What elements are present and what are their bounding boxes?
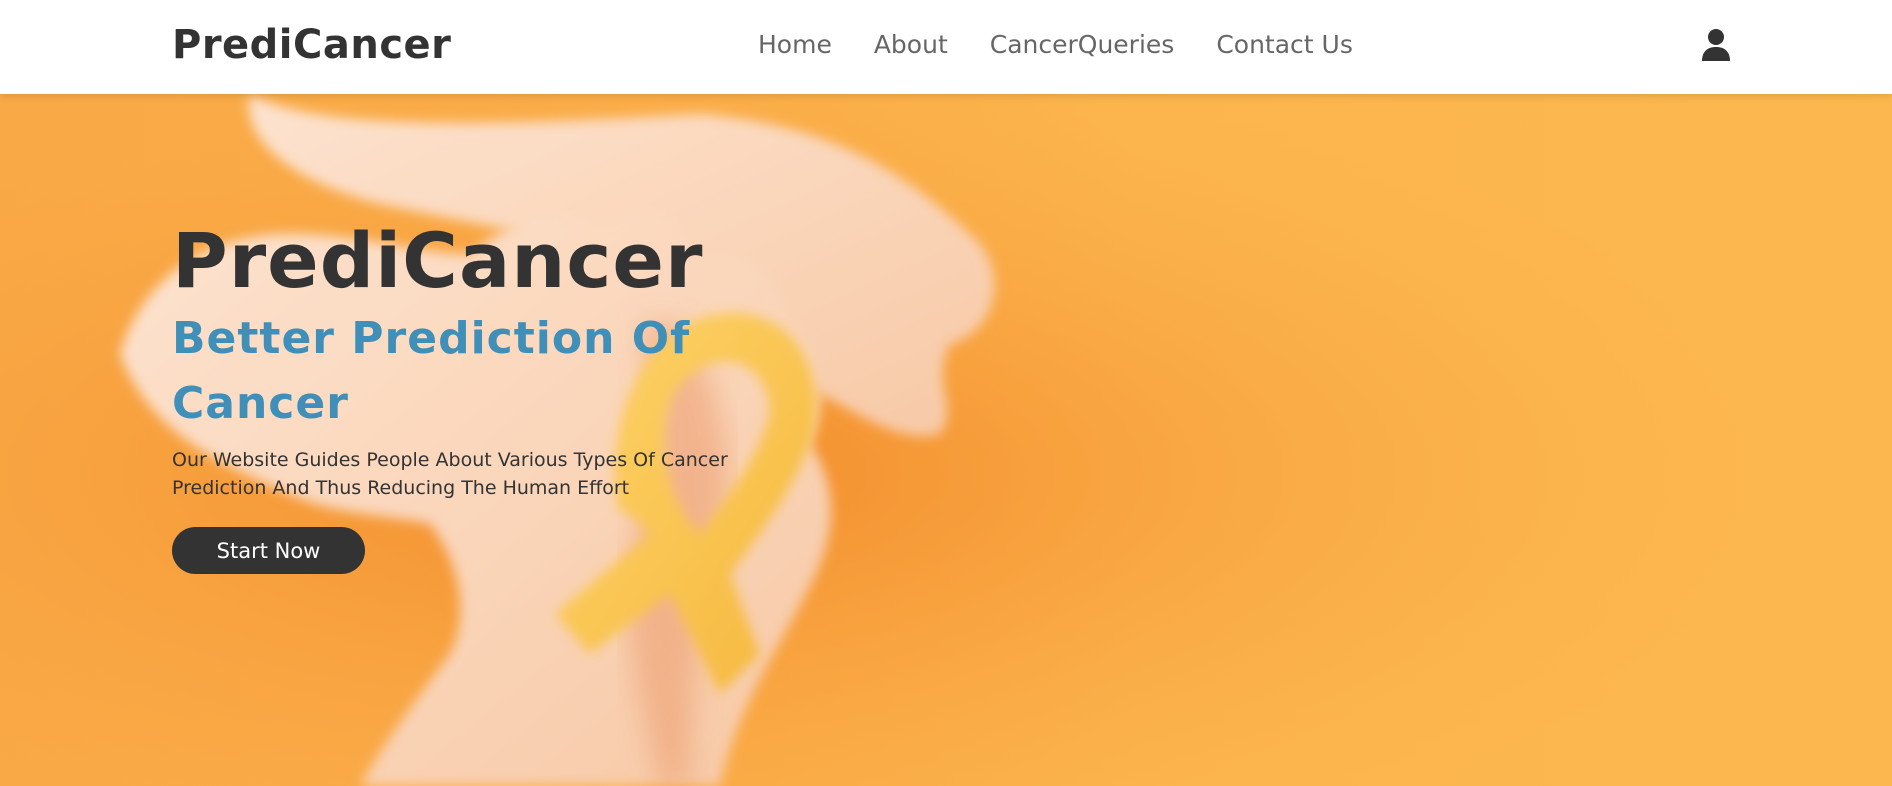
nav-about-link[interactable]: About xyxy=(874,30,948,59)
hero-description: Our Website Guides People About Various … xyxy=(172,449,728,499)
hero-background-image xyxy=(0,94,1892,786)
hero-subtitle: Better Prediction Of Cancer xyxy=(172,313,691,429)
hero-title: PrediCancer xyxy=(172,216,704,305)
brand-logo[interactable]: PrediCancer xyxy=(172,22,451,68)
start-now-button[interactable]: Start Now xyxy=(172,527,365,574)
nav-contact-us-link[interactable]: Contact Us xyxy=(1216,30,1353,59)
nav-cancer-queries-link[interactable]: CancerQueries xyxy=(990,30,1175,59)
user-icon[interactable] xyxy=(1701,28,1731,62)
navbar: PrediCancer Home About CancerQueries Con… xyxy=(0,0,1892,94)
nav-menu: Home About CancerQueries Contact Us xyxy=(758,30,1353,59)
nav-home-link[interactable]: Home xyxy=(758,30,832,59)
hero-section: PrediCancer Better Prediction Of Cancer … xyxy=(0,94,1892,786)
